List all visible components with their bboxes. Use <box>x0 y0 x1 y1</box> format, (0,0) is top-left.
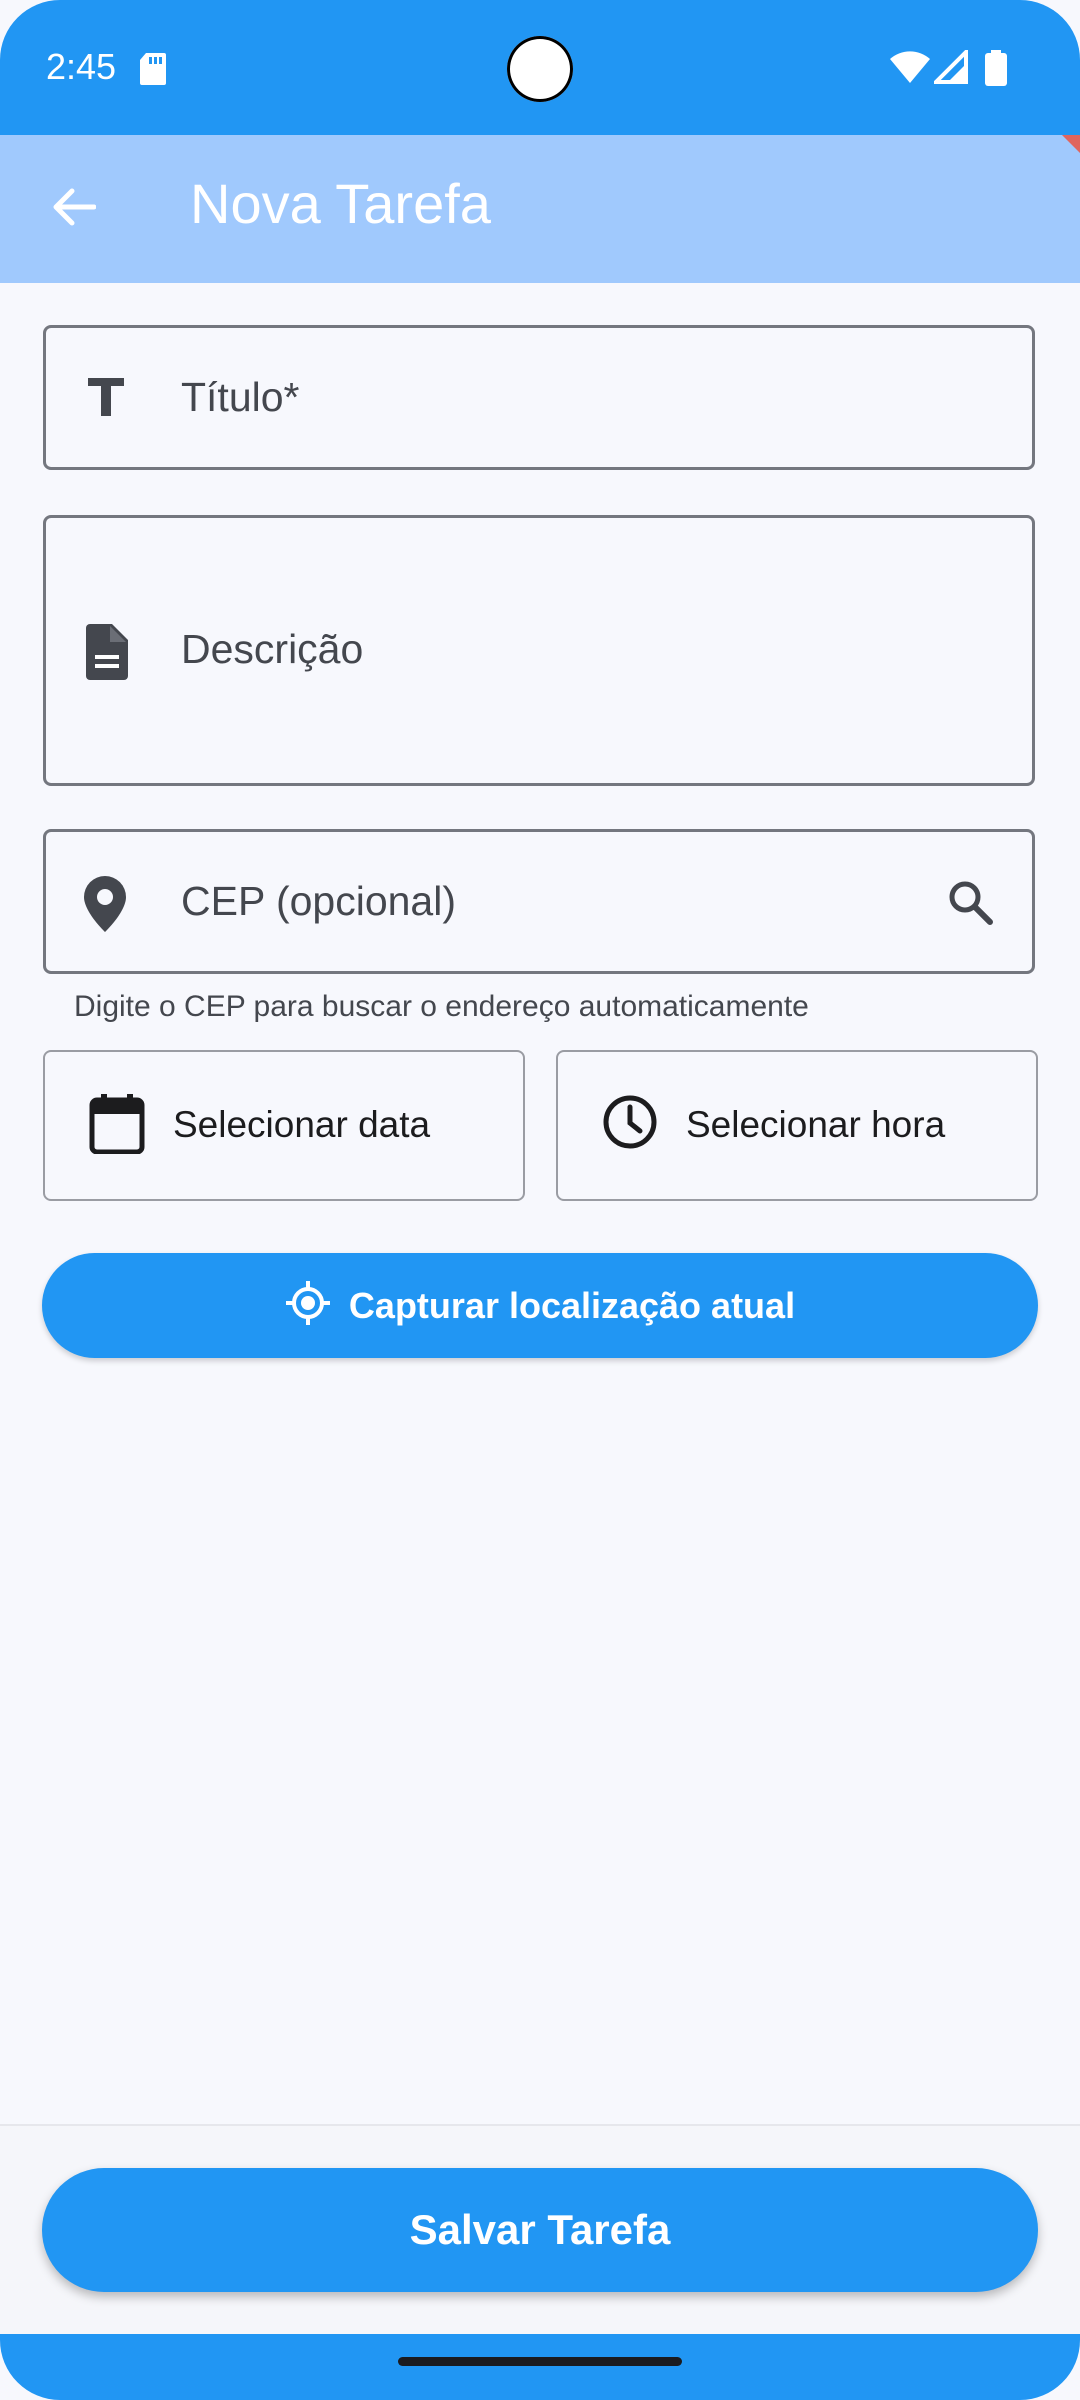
cep-helper-text: Digite o CEP para buscar o endereço auto… <box>74 990 809 1023</box>
home-indicator[interactable] <box>398 2357 682 2366</box>
back-button[interactable] <box>38 181 110 237</box>
clock-icon <box>602 1094 658 1155</box>
status-bar: 2:45 <box>0 0 1080 135</box>
save-task-button[interactable]: Salvar Tarefa <box>42 2168 1038 2292</box>
select-time-label: Selecionar hora <box>686 1104 946 1145</box>
debug-banner-corner <box>1062 135 1080 153</box>
location-pin-icon <box>82 876 128 937</box>
description-field-label: Descrição <box>181 626 364 672</box>
description-field[interactable]: Descrição <box>43 515 1035 786</box>
title-field-label: Título* <box>181 374 300 420</box>
select-date-button[interactable]: Selecionar data <box>43 1050 525 1201</box>
page-title: Nova Tarefa <box>190 172 491 235</box>
navigation-bar <box>0 2334 1080 2400</box>
battery-icon <box>985 50 1007 91</box>
status-time: 2:45 <box>46 46 117 87</box>
capture-location-button[interactable]: Capturar localização atual <box>42 1253 1038 1358</box>
cep-field[interactable]: CEP (opcional) <box>43 829 1035 974</box>
title-field[interactable]: Título* <box>43 325 1035 470</box>
select-time-button[interactable]: Selecionar hora <box>556 1050 1038 1201</box>
calendar-icon <box>89 1094 145 1159</box>
wifi-icon <box>890 50 930 89</box>
capture-location-label: Capturar localização atual <box>348 1284 796 1326</box>
save-task-label: Salvar Tarefa <box>409 2206 671 2253</box>
select-date-label: Selecionar data <box>173 1104 431 1145</box>
sd-card-icon <box>140 53 166 90</box>
camera-cutout <box>507 36 573 102</box>
description-icon <box>82 624 130 685</box>
app-bar: Nova Tarefa <box>0 135 1080 283</box>
arrow-back-icon <box>52 187 97 232</box>
search-icon <box>946 878 994 931</box>
title-icon <box>82 372 130 425</box>
cep-search-button[interactable] <box>938 872 1002 936</box>
cep-field-label: CEP (opcional) <box>181 878 456 924</box>
my-location-icon <box>285 1280 331 1331</box>
signal-icon <box>931 47 968 89</box>
